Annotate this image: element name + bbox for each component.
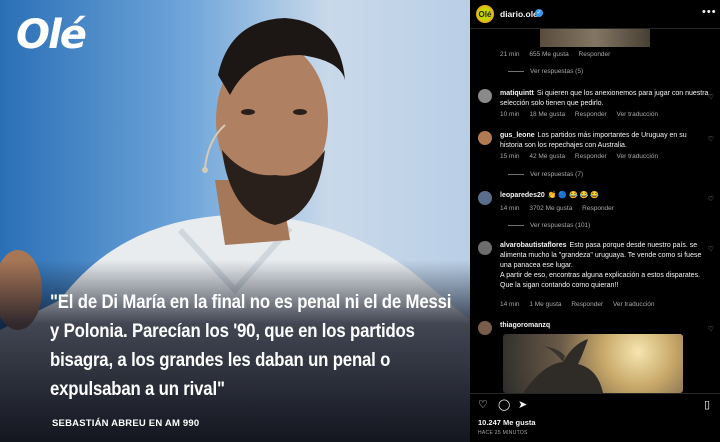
verified-badge-icon: ✓ bbox=[535, 9, 543, 17]
comment-attached-image[interactable] bbox=[503, 334, 683, 393]
view-replies-button[interactable]: Ver respuestas (7) bbox=[508, 171, 583, 178]
post-header: Olé diario.ole ✓ ••• bbox=[470, 0, 720, 28]
save-bookmark-icon[interactable]: ▯ bbox=[704, 398, 710, 411]
view-replies-button[interactable]: Ver respuestas (101) bbox=[508, 222, 590, 229]
reply-button[interactable]: Responder bbox=[575, 111, 607, 118]
view-replies-label: Ver respuestas (7) bbox=[530, 171, 584, 178]
translate-button[interactable]: Ver traducción bbox=[617, 153, 659, 160]
quote-text: "El de Di María en la final no es penal … bbox=[50, 291, 452, 400]
comment-meta: 10 min 18 Me gusta Responder Ver traducc… bbox=[500, 111, 666, 118]
post-actions: ♡ ◯ ➤ ▯ bbox=[478, 398, 714, 412]
comment-text: Que la sigan contando como quieran!! bbox=[500, 282, 619, 289]
comment-likes[interactable]: 42 Me gusta bbox=[529, 153, 565, 160]
comment-time: 21 min bbox=[500, 51, 520, 58]
commenter-username[interactable]: alvarobautistaflores bbox=[500, 242, 567, 249]
reply-button[interactable]: Responder bbox=[571, 301, 603, 308]
share-send-icon[interactable]: ➤ bbox=[518, 398, 527, 411]
comment-meta: 14 min 3702 Me gusta Responder bbox=[500, 205, 622, 212]
translate-button[interactable]: Ver traducción bbox=[613, 301, 655, 308]
comment-likes[interactable]: 3702 Me gusta bbox=[529, 205, 572, 212]
commenter-username[interactable]: matiquintt bbox=[500, 90, 534, 97]
comment-like-heart-icon[interactable]: ♡ bbox=[708, 93, 714, 101]
commenter-avatar[interactable] bbox=[478, 191, 492, 205]
commenter-username[interactable]: leoparedes20 bbox=[500, 192, 545, 199]
comment-time: 14 min bbox=[500, 205, 520, 212]
comment-bubble-icon[interactable]: ◯ bbox=[498, 398, 510, 411]
quote-caption: SEBASTIÁN ABREU EN AM 990 bbox=[52, 418, 200, 429]
account-avatar[interactable]: Olé bbox=[476, 5, 494, 23]
comment-time: 10 min bbox=[500, 111, 520, 118]
more-options-icon[interactable]: ••• bbox=[702, 6, 717, 18]
view-replies-label: Ver respuestas (5) bbox=[530, 68, 584, 75]
comment-likes[interactable]: 1 Me gusta bbox=[529, 301, 561, 308]
account-name[interactable]: diario.ole bbox=[500, 9, 538, 19]
post-image: Olé "El de Di María en la final no es pe… bbox=[0, 0, 470, 442]
replies-dash bbox=[508, 71, 524, 72]
translate-button[interactable]: Ver traducción bbox=[617, 111, 659, 118]
commenter-avatar[interactable] bbox=[478, 89, 492, 103]
likes-count[interactable]: 10.247 Me gusta bbox=[478, 418, 536, 427]
ole-logo: Olé bbox=[16, 12, 87, 58]
comment-like-heart-icon[interactable]: ♡ bbox=[708, 135, 714, 143]
comment-likes[interactable]: 18 Me gusta bbox=[529, 111, 565, 118]
reply-button[interactable]: Responder bbox=[575, 153, 607, 160]
comment-time: 15 min bbox=[500, 153, 520, 160]
view-replies-label: Ver respuestas (101) bbox=[530, 222, 591, 229]
comment-like-heart-icon[interactable]: ♡ bbox=[708, 195, 714, 203]
comment-text: 👏 🔵 😂 😂 😂 bbox=[547, 192, 600, 199]
reply-button[interactable]: Responder bbox=[579, 51, 611, 58]
replies-dash bbox=[508, 225, 524, 226]
commenter-avatar[interactable] bbox=[478, 241, 492, 255]
like-heart-icon[interactable]: ♡ bbox=[478, 398, 488, 411]
commenter-username[interactable]: gus_leone bbox=[500, 132, 535, 139]
replies-dash bbox=[508, 174, 524, 175]
dragon-image bbox=[523, 339, 603, 393]
comment-meta: 21 min 655 Me gusta Responder bbox=[500, 51, 618, 58]
post-time-ago: HACE 25 MINUTOS bbox=[478, 430, 528, 436]
comment-time: 14 min bbox=[500, 301, 520, 308]
commenter-username[interactable]: thiagoromanzq bbox=[500, 322, 550, 329]
comment-likes[interactable]: 655 Me gusta bbox=[529, 51, 568, 58]
footer-divider bbox=[470, 393, 720, 394]
comment-meta: 14 min 1 Me gusta Responder Ver traducci… bbox=[500, 301, 663, 308]
commenter-avatar[interactable] bbox=[478, 321, 492, 335]
partial-image bbox=[540, 29, 650, 47]
commenter-avatar[interactable] bbox=[478, 131, 492, 145]
comment-like-heart-icon[interactable]: ♡ bbox=[708, 245, 714, 253]
view-replies-button[interactable]: Ver respuestas (5) bbox=[508, 68, 583, 75]
comment-text: A partir de eso, encontras alguna explic… bbox=[500, 272, 701, 279]
reply-button[interactable]: Responder bbox=[582, 205, 614, 212]
comments-panel: Olé diario.ole ✓ ••• 21 min 655 Me gusta… bbox=[470, 0, 720, 442]
comment-meta: 15 min 42 Me gusta Responder Ver traducc… bbox=[500, 153, 666, 160]
comment-like-heart-icon[interactable]: ♡ bbox=[708, 325, 714, 333]
comments-list[interactable]: 21 min 655 Me gusta Responder Ver respue… bbox=[470, 29, 720, 393]
